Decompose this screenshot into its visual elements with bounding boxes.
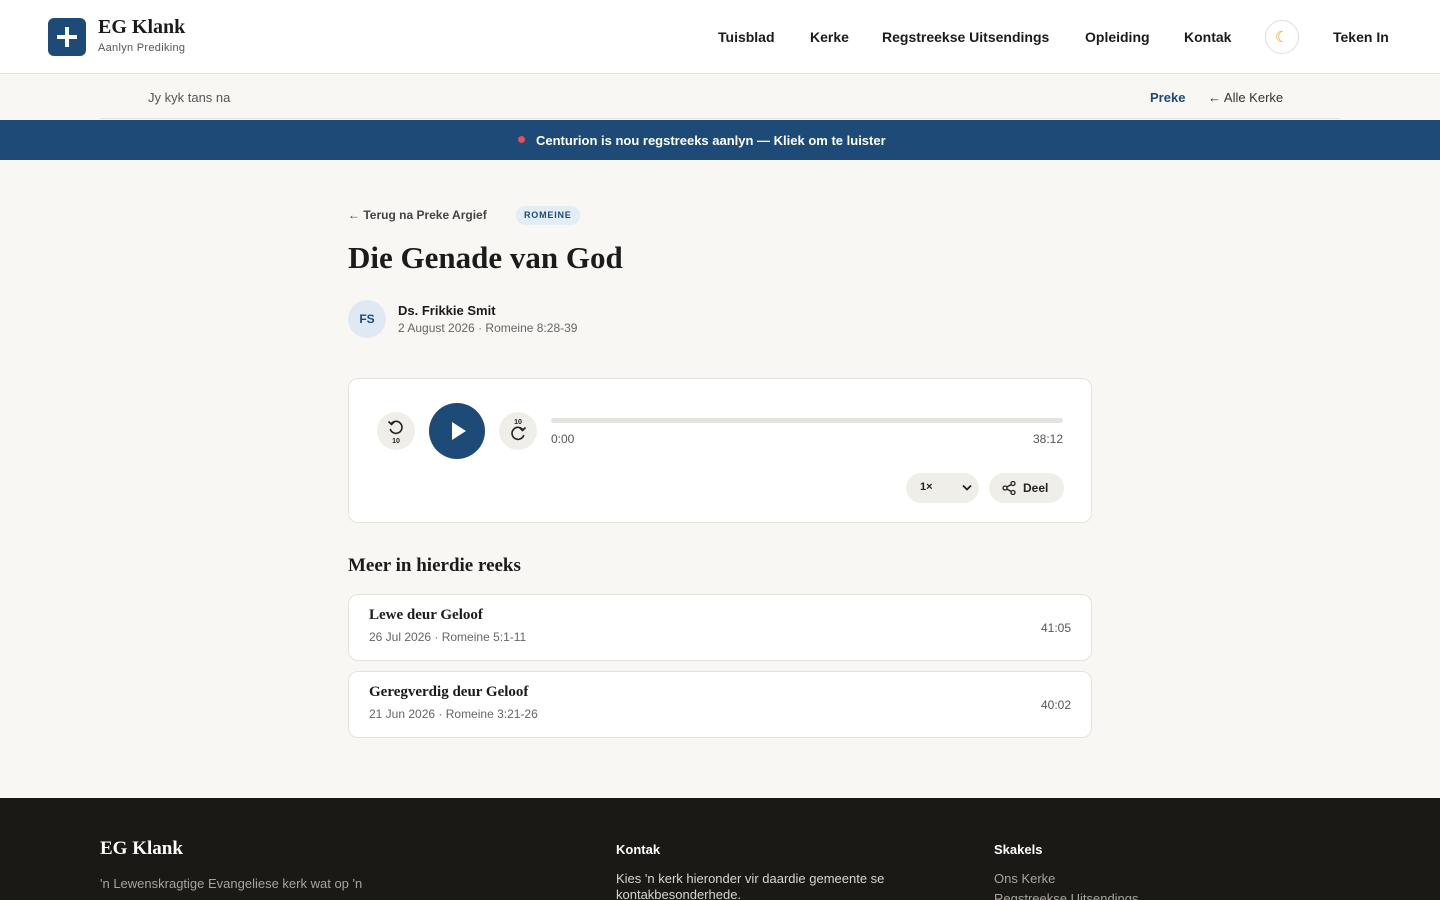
footer-tagline: 'n Lewenskragtige Evangeliese kerk wat o… [100, 876, 363, 891]
theme-toggle-button[interactable]: ☾ [1265, 20, 1299, 54]
playback-speed-value: 1× [920, 481, 933, 493]
share-button[interactable]: Deel [989, 473, 1064, 503]
footer-brand: EG Klank [100, 838, 183, 859]
rewind-icon [387, 420, 403, 435]
context-bar: Jy kyk tans na Preke ← Alle Kerke [100, 75, 1340, 119]
footer-link-ons-kerke[interactable]: Ons Kerke [994, 871, 1055, 886]
series-item[interactable]: Geregverdig deur Geloof 21 Jun 2026 · Ro… [348, 671, 1092, 738]
share-label: Deel [1023, 481, 1049, 495]
site-header: EG Klank Aanlyn Prediking Tuisblad Kerke… [0, 0, 1440, 74]
current-time: 0:00 [551, 432, 575, 446]
series-item-duration: 40:02 [1040, 698, 1071, 712]
nav-kontak[interactable]: Kontak [1184, 29, 1231, 45]
play-button[interactable] [429, 403, 485, 459]
book-badge: ROMEINE [516, 206, 580, 225]
series-item-meta: 26 Jul 2026 · Romeine 5:1-11 [369, 630, 527, 644]
brand-name[interactable]: EG Klank [98, 16, 185, 39]
footer-link-regstreekse-uitsendings[interactable]: Regstreekse Uitsendings [994, 891, 1139, 900]
page-title: Die Genade van God [348, 240, 623, 275]
audio-player: 10 10 0:00 38:12 1× Deel [348, 378, 1092, 523]
nav-regstreekse-uitsendings[interactable]: Regstreekse Uitsendings [882, 29, 1049, 45]
cross-logo-icon[interactable] [48, 18, 86, 56]
share-icon [1002, 481, 1016, 495]
total-time: 38:12 [1032, 432, 1063, 446]
progress-track[interactable] [551, 418, 1063, 423]
skip-forward-button[interactable]: 10 [499, 412, 537, 450]
live-banner-text[interactable]: Centurion is nou regstreeks aanlyn — Kli… [536, 133, 886, 148]
skip-back-button[interactable]: 10 [377, 412, 415, 450]
sign-in-link[interactable]: Teken In [1333, 29, 1389, 45]
context-current-preke[interactable]: Preke [1150, 90, 1185, 105]
context-label: Jy kyk tans na [148, 90, 231, 105]
series-item-title: Lewe deur Geloof [369, 607, 483, 623]
speaker-name: Ds. Frikkie Smit [398, 303, 496, 318]
moon-icon: ☾ [1275, 29, 1289, 46]
series-item-duration: 41:05 [1040, 621, 1071, 635]
playback-speed-select[interactable]: 1× [906, 473, 979, 503]
forward-icon [511, 426, 527, 441]
back-to-archive-link[interactable]: ← Terug na Preke Argief [348, 208, 487, 222]
avatar: FS [348, 300, 386, 338]
site-footer: EG Klank 'n Lewenskragtige Evangeliese k… [0, 798, 1440, 900]
live-dot-icon [518, 136, 525, 143]
brand-subtitle: Aanlyn Prediking [98, 42, 186, 54]
series-item[interactable]: Lewe deur Geloof 26 Jul 2026 · Romeine 5… [348, 594, 1092, 661]
footer-contact-text: Kies 'n kerk hieronder vir daardie gemee… [616, 871, 885, 900]
nav-opleiding[interactable]: Opleiding [1085, 29, 1150, 45]
chevron-down-icon [962, 484, 972, 491]
play-icon [452, 422, 466, 440]
series-heading: Meer in hierdie reeks [348, 555, 521, 576]
all-churches-link[interactable]: ← Alle Kerke [1208, 90, 1283, 105]
skip-back-label: 10 [392, 438, 400, 445]
footer-links-heading: Skakels [994, 842, 1043, 857]
footer-contact-heading: Kontak [616, 842, 661, 857]
nav-tuisblad[interactable]: Tuisblad [718, 29, 775, 45]
series-item-title: Geregverdig deur Geloof [369, 684, 529, 700]
sermon-meta: 2 August 2026 · Romeine 8:28-39 [398, 321, 578, 335]
series-item-meta: 21 Jun 2026 · Romeine 3:21-26 [369, 707, 538, 721]
nav-kerke[interactable]: Kerke [810, 29, 849, 45]
